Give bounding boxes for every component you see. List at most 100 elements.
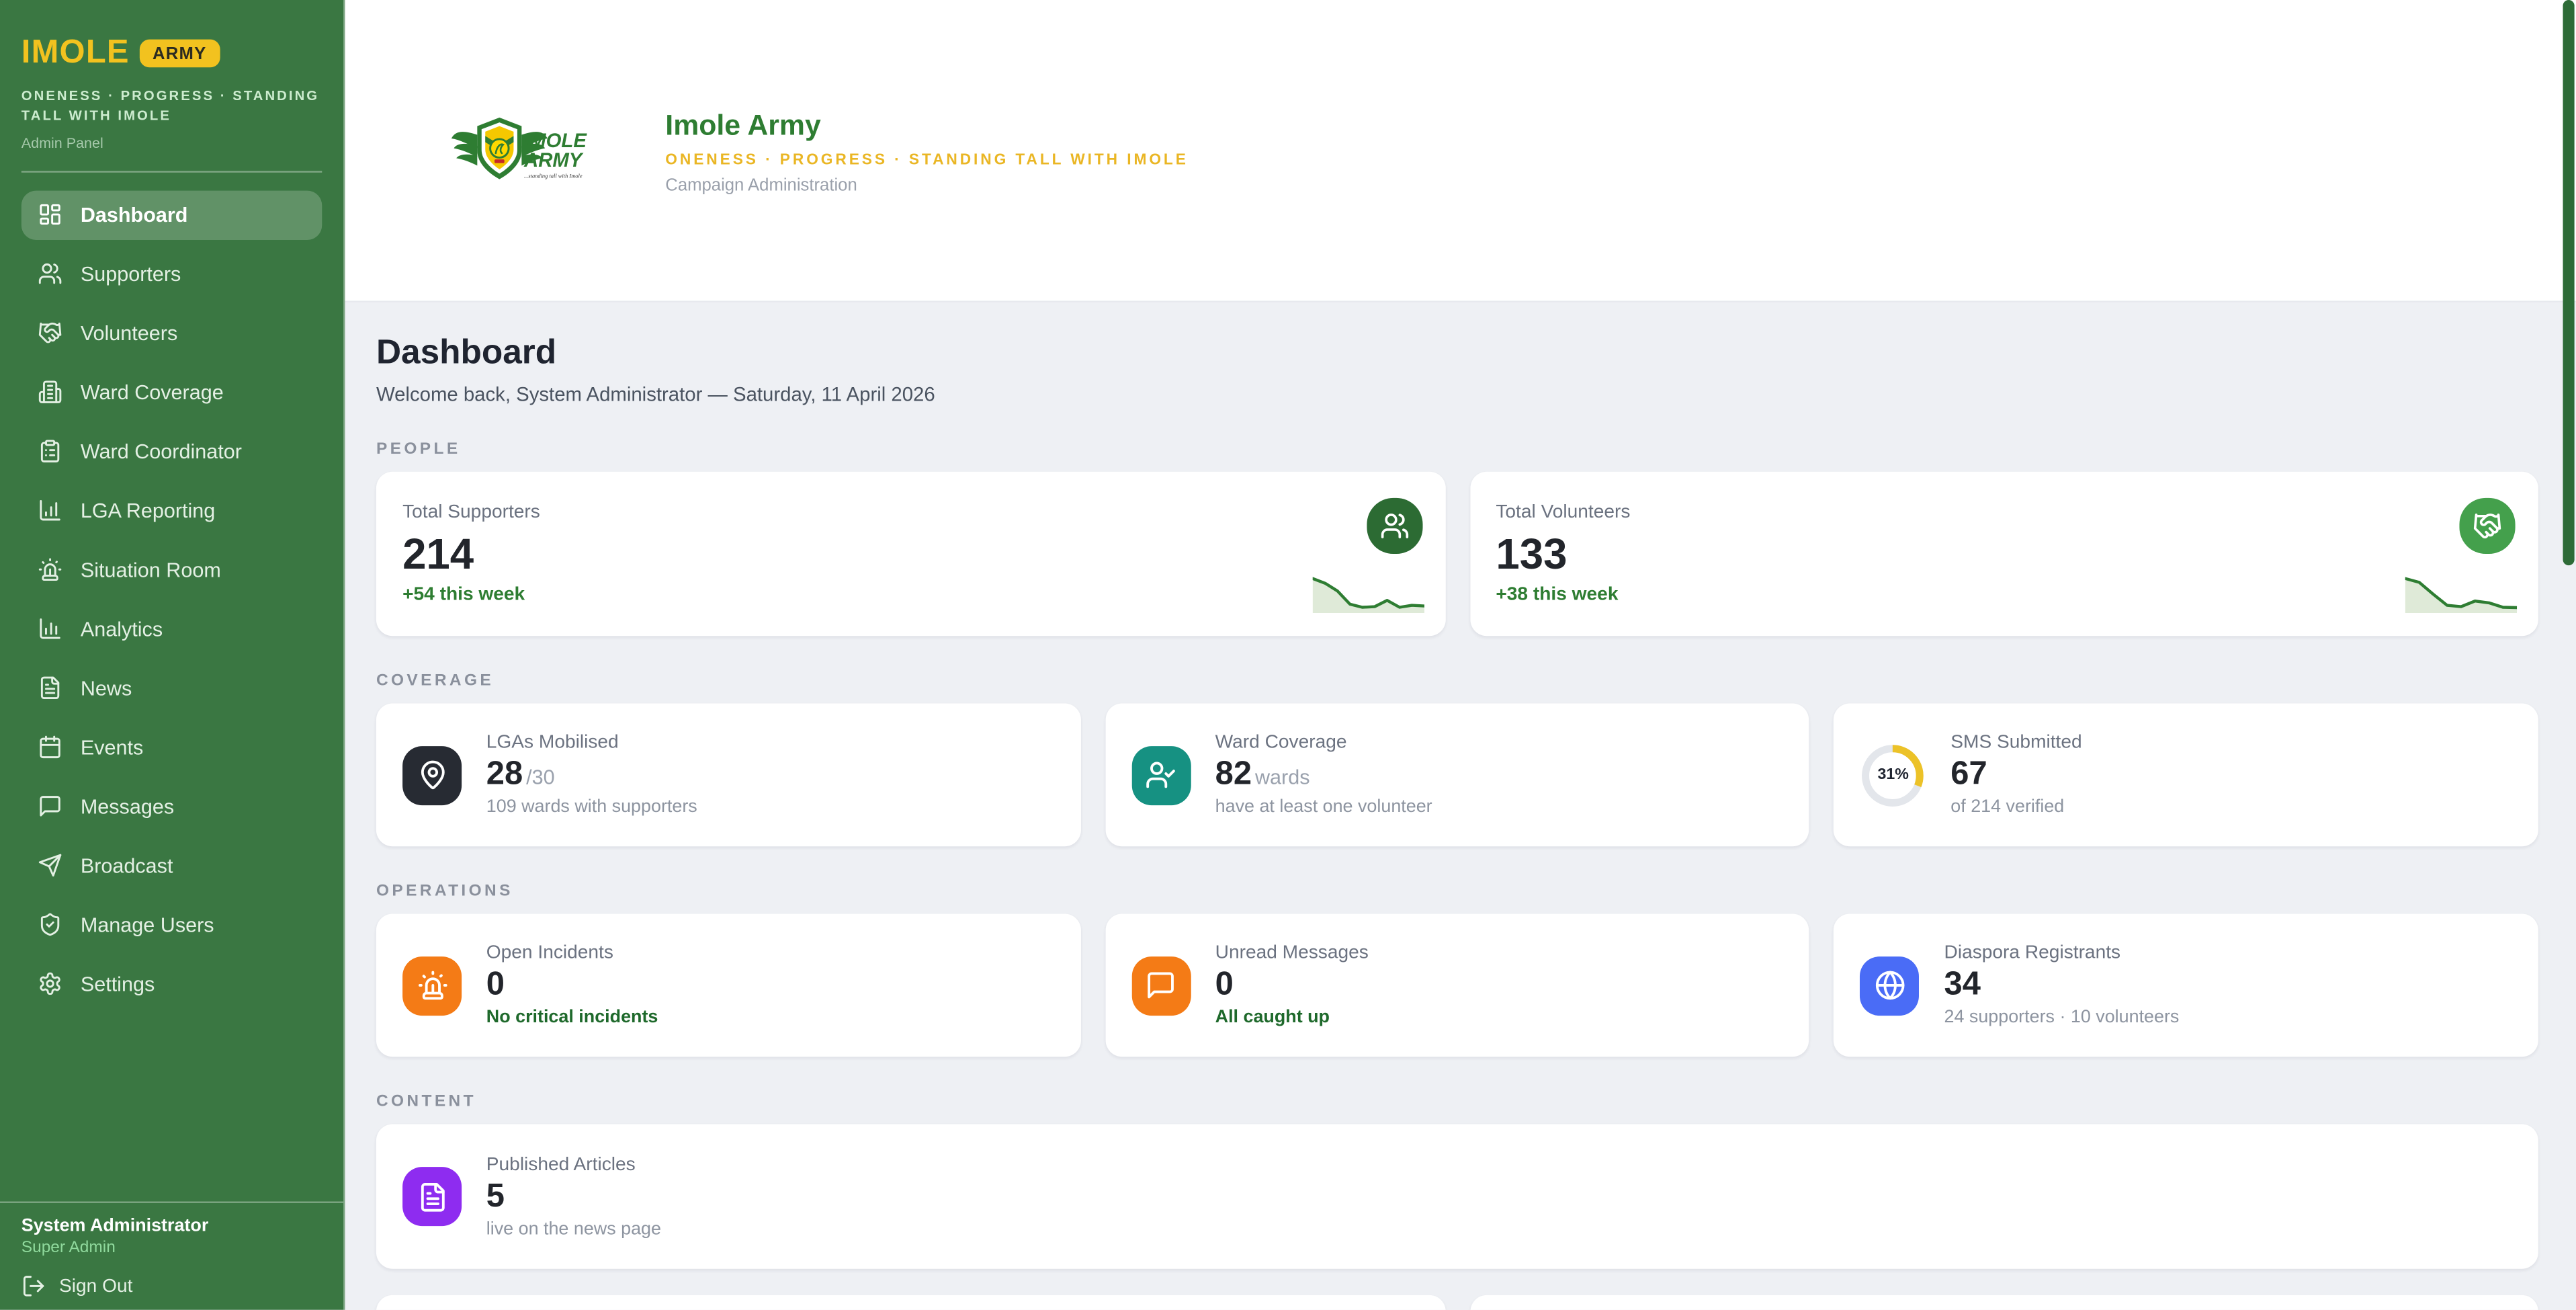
main-area: IMOLE ARMY ...standing tall with Imole I… <box>345 0 2576 1310</box>
globe-icon <box>1860 956 1920 1015</box>
sidebar-item-label: News <box>81 677 132 700</box>
card-suffix: wards <box>1255 766 1310 788</box>
card-value: 67 <box>1950 758 1987 792</box>
card-subtext: No critical incidents <box>486 1008 658 1027</box>
partial-row <box>376 1295 2538 1310</box>
sidebar-item-ward-coordinator[interactable]: Ward Coordinator <box>22 427 322 476</box>
sign-out-button[interactable]: Sign Out <box>22 1274 322 1299</box>
operations-row: Open Incidents 0 No critical incidents U… <box>376 914 2538 1057</box>
card-label: Ward Coverage <box>1215 733 1432 753</box>
card-label: Published Articles <box>486 1155 661 1174</box>
user-check-icon <box>1131 745 1191 805</box>
sidebar-item-settings[interactable]: Settings <box>22 960 322 1009</box>
vertical-scrollbar-thumb[interactable] <box>2563 0 2575 565</box>
page-header: IMOLE ARMY ...standing tall with Imole I… <box>345 0 2576 302</box>
card-label: Total Supporters <box>402 503 1418 522</box>
diaspora-registrants-card: Diaspora Registrants 34 24 supporters · … <box>1834 914 2538 1057</box>
donut-percent-label: 31% <box>1860 742 1926 808</box>
org-subtitle: Campaign Administration <box>665 176 1188 196</box>
card-suffix: /30 <box>526 766 555 788</box>
card-label: LGAs Mobilised <box>486 733 697 753</box>
sidebar-item-volunteers[interactable]: Volunteers <box>22 309 322 358</box>
calendar-icon <box>38 735 62 760</box>
siren-icon <box>38 558 62 583</box>
sidebar-item-label: Ward Coverage <box>81 381 224 404</box>
card-subtext: All caught up <box>1215 1008 1369 1027</box>
users-icon <box>38 262 62 287</box>
sidebar: IMOLE ARMY ONENESS · PROGRESS · STANDING… <box>0 0 345 1310</box>
org-title: Imole Army <box>665 108 1188 142</box>
siren-icon <box>402 956 462 1015</box>
card-value: 133 <box>1496 532 2511 575</box>
page-title: Dashboard <box>376 335 2538 372</box>
map-pin-icon <box>402 745 462 805</box>
card-subtext: of 214 verified <box>1950 797 2081 817</box>
imole-army-logo: IMOLE ARMY ...standing tall with Imole <box>450 99 588 201</box>
total-supporters-card: Total Supporters 214 +54 this week <box>376 472 1445 637</box>
user-name: System Administrator <box>22 1216 322 1235</box>
partial-card <box>376 1295 1445 1310</box>
sidebar-logo: IMOLE ARMY <box>22 0 322 73</box>
section-label-people: PEOPLE <box>376 440 2538 458</box>
sidebar-item-events[interactable]: Events <box>22 723 322 772</box>
coverage-row: LGAs Mobilised 28 /30 109 wards with sup… <box>376 704 2538 847</box>
sidebar-footer: System Administrator Super Admin Sign Ou… <box>0 1201 343 1309</box>
card-value: 214 <box>402 532 1418 575</box>
card-subtext: live on the news page <box>486 1219 661 1238</box>
card-label: Total Volunteers <box>1496 503 2511 522</box>
sidebar-logo-badge: ARMY <box>139 40 220 68</box>
file-text-icon <box>402 1167 462 1226</box>
sidebar-item-label: Volunteers <box>81 322 177 345</box>
supporters-sparkline <box>1312 575 1423 613</box>
sidebar-item-label: Manage Users <box>81 913 214 936</box>
message-square-icon <box>1131 956 1191 1015</box>
sidebar-item-supporters[interactable]: Supporters <box>22 249 322 298</box>
sidebar-item-messages[interactable]: Messages <box>22 782 322 831</box>
sidebar-item-broadcast[interactable]: Broadcast <box>22 842 322 891</box>
sidebar-item-lga-reporting[interactable]: LGA Reporting <box>22 486 322 535</box>
clipboard-icon <box>38 440 62 464</box>
message-square-icon <box>38 794 62 819</box>
handshake-icon <box>38 321 62 346</box>
sidebar-item-news[interactable]: News <box>22 664 322 713</box>
partial-card <box>1469 1295 2538 1310</box>
sidebar-item-ward-coverage[interactable]: Ward Coverage <box>22 368 322 417</box>
sidebar-item-label: Events <box>81 736 143 759</box>
card-value: 28 <box>486 758 523 792</box>
shield-check-icon <box>38 913 62 938</box>
card-value: 0 <box>1215 968 1234 1002</box>
gear-icon <box>38 972 62 997</box>
sidebar-item-manage-users[interactable]: Manage Users <box>22 901 322 950</box>
sidebar-item-analytics[interactable]: Analytics <box>22 605 322 654</box>
lgas-mobilised-card: LGAs Mobilised 28 /30 109 wards with sup… <box>376 704 1080 847</box>
card-label: SMS Submitted <box>1950 733 2081 753</box>
welcome-text: Welcome back, System Administrator — Sat… <box>376 383 2538 406</box>
card-subtext: 24 supporters · 10 volunteers <box>1944 1008 2180 1027</box>
log-out-icon <box>22 1274 46 1299</box>
logo-script: ...standing tall with Imole <box>524 173 583 179</box>
sidebar-item-label: Messages <box>81 795 174 818</box>
volunteers-sparkline <box>2405 575 2517 613</box>
logo-word-army: ARMY <box>523 149 584 171</box>
send-icon <box>38 854 62 878</box>
org-tagline: ONENESS · PROGRESS · STANDING TALL WITH … <box>665 151 1188 167</box>
unread-messages-card: Unread Messages 0 All caught up <box>1105 914 1809 1057</box>
sidebar-item-label: Broadcast <box>81 854 173 877</box>
sidebar-item-label: Dashboard <box>81 204 188 227</box>
total-volunteers-card: Total Volunteers 133 +38 this week <box>1469 472 2538 637</box>
ward-coverage-card: Ward Coverage 82 wards have at least one… <box>1105 704 1809 847</box>
card-value: 0 <box>486 968 505 1002</box>
analytics-chart-icon <box>38 617 62 642</box>
card-subtext: have at least one volunteer <box>1215 797 1432 817</box>
card-value: 34 <box>1944 968 1981 1002</box>
people-row: Total Supporters 214 +54 this week Total… <box>376 472 2538 637</box>
sidebar-item-label: Analytics <box>81 618 163 641</box>
card-delta: +38 this week <box>1496 585 2511 604</box>
sidebar-item-situation-room[interactable]: Situation Room <box>22 546 322 595</box>
admin-dashboard-app: IMOLE ARMY ONENESS · PROGRESS · STANDING… <box>0 0 2576 1310</box>
card-label: Diaspora Registrants <box>1944 944 2180 963</box>
handshake-icon <box>2459 498 2515 554</box>
sidebar-item-label: LGA Reporting <box>81 499 216 522</box>
sidebar-item-dashboard[interactable]: Dashboard <box>22 190 322 239</box>
card-label: Unread Messages <box>1215 944 1369 963</box>
